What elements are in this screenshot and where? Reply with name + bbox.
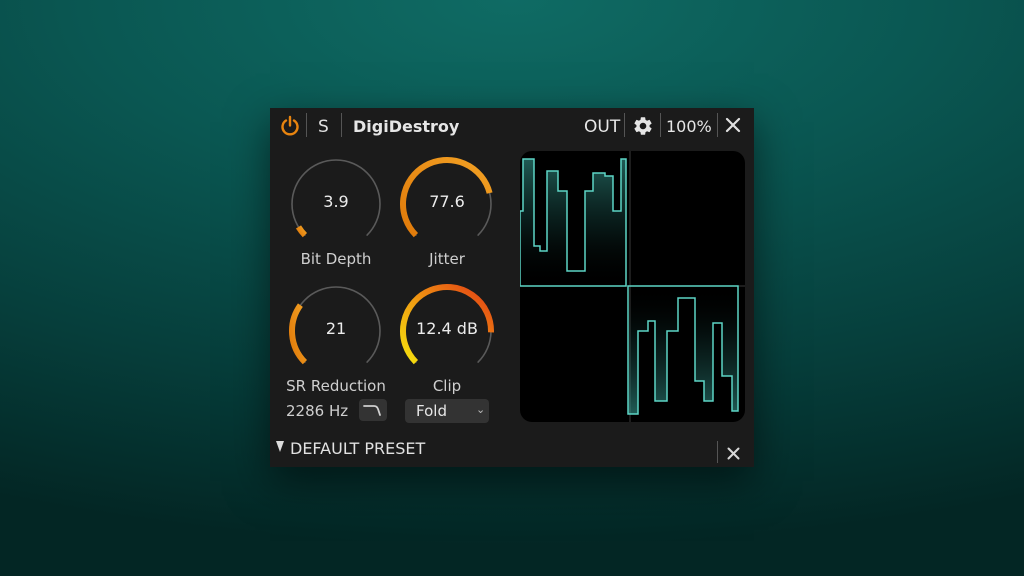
jitter-value: 77.6 xyxy=(429,192,465,211)
waveform-display xyxy=(520,151,745,422)
close-icon[interactable] xyxy=(725,117,741,133)
preset-bar: DEFAULT PRESET xyxy=(270,431,754,467)
waveform-lower xyxy=(627,285,739,415)
solo-button[interactable]: S xyxy=(318,117,329,137)
bit-depth-knob[interactable]: 3.9 xyxy=(288,156,384,252)
gear-icon[interactable] xyxy=(632,115,654,137)
triangle-down-icon[interactable] xyxy=(276,441,284,452)
divider xyxy=(717,441,718,463)
divider xyxy=(341,113,342,137)
bit-depth-value: 3.9 xyxy=(323,192,349,211)
clip-mode-value: Fold xyxy=(416,402,447,420)
knob-value-arc xyxy=(295,225,308,238)
clip-mode-select[interactable]: Fold ⌄ xyxy=(405,399,489,423)
preset-name[interactable]: DEFAULT PRESET xyxy=(290,439,425,458)
jitter-label: Jitter xyxy=(429,250,465,268)
sample-rate-readout: 2286 Hz xyxy=(286,402,349,420)
clip-label: Clip xyxy=(432,377,462,395)
title-bar: S DigiDestroy OUT 100% xyxy=(270,108,754,148)
plugin-name: DigiDestroy xyxy=(353,117,460,136)
divider xyxy=(717,113,718,137)
zoom-button[interactable]: 100% xyxy=(666,117,712,136)
divider xyxy=(660,113,661,137)
output-button[interactable]: OUT xyxy=(584,117,620,137)
sr-reduction-label: SR Reduction xyxy=(286,377,386,395)
lowpass-filter-icon xyxy=(363,405,381,416)
divider xyxy=(306,113,307,137)
sr-reduction-knob[interactable]: 21 xyxy=(288,283,384,379)
chevron-down-icon: ⌄ xyxy=(476,403,486,416)
jitter-knob[interactable]: 77.6 xyxy=(399,156,495,252)
divider xyxy=(624,113,625,137)
clip-value: 12.4 dB xyxy=(416,319,478,338)
close-icon[interactable] xyxy=(727,445,740,460)
sr-reduction-value: 21 xyxy=(325,319,347,338)
bit-depth-label: Bit Depth xyxy=(300,250,372,268)
clip-knob[interactable]: 12.4 dB xyxy=(399,283,495,379)
power-icon[interactable] xyxy=(280,115,300,137)
waveform-upper xyxy=(520,158,627,287)
plugin-window: S DigiDestroy OUT 100% 3.9 Bit Depth 77.… xyxy=(270,108,754,467)
lowpass-filter-button[interactable] xyxy=(359,399,387,421)
